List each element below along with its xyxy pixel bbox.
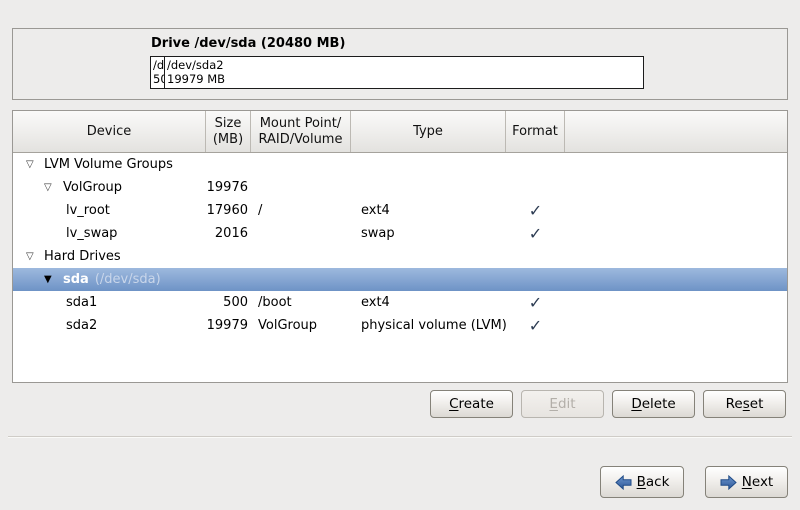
size-value [206, 245, 251, 268]
mount-value [251, 222, 351, 245]
table-row-hard-drives[interactable]: ▽ Hard Drives [13, 245, 787, 268]
next-arrow-icon [720, 475, 737, 490]
mount-value: / [251, 199, 351, 222]
device-label: sda2 [66, 314, 97, 337]
mount-value: VolGroup [251, 314, 351, 337]
back-arrow-icon [615, 475, 632, 490]
partition-segment-sda1[interactable]: /dev/sda1 500 MB [151, 57, 165, 88]
create-button[interactable]: Create [430, 390, 513, 418]
type-value [351, 268, 506, 291]
device-path-suffix: (/dev/sda) [95, 268, 161, 291]
table-row-lvm-volume-groups[interactable]: ▽ LVM Volume Groups [13, 153, 787, 176]
device-label: sda1 [66, 291, 97, 314]
column-header-empty [565, 111, 787, 152]
partition-segment-size: 500 MB [153, 72, 164, 86]
table-row-lv-swap[interactable]: lv_swap 2016 swap ✓ [13, 222, 787, 245]
next-button[interactable]: Next [705, 466, 788, 498]
column-header-size[interactable]: Size (MB) [206, 111, 251, 152]
column-header-format[interactable]: Format [506, 111, 565, 152]
size-value [206, 268, 251, 291]
table-row-volgroup[interactable]: ▽ VolGroup 19976 [13, 176, 787, 199]
table-row-sda2[interactable]: sda2 19979 VolGroup physical volume (LVM… [13, 314, 787, 337]
partition-segment-sda2[interactable]: /dev/sda2 19979 MB [165, 57, 643, 88]
format-checkmark [506, 268, 565, 291]
partition-segment-size: 19979 MB [167, 72, 643, 86]
table-row-sda1[interactable]: sda1 500 /boot ext4 ✓ [13, 291, 787, 314]
table-header: Device Size (MB) Mount Point/ RAID/Volum… [13, 111, 787, 153]
type-value [351, 245, 506, 268]
device-label: sda [63, 268, 89, 291]
column-header-type[interactable]: Type [351, 111, 506, 152]
delete-button[interactable]: Delete [612, 390, 695, 418]
column-header-device[interactable]: Device [13, 111, 206, 152]
horizontal-separator [8, 436, 792, 438]
expander-icon[interactable]: ▼ [44, 268, 63, 291]
type-value [351, 153, 506, 176]
device-label: lv_root [66, 199, 110, 222]
table-row-lv-root[interactable]: lv_root 17960 / ext4 ✓ [13, 199, 787, 222]
type-value: ext4 [351, 291, 506, 314]
size-value: 500 [206, 291, 251, 314]
size-value: 19976 [206, 176, 251, 199]
type-value: swap [351, 222, 506, 245]
drive-title: Drive /dev/sda (20480 MB) [151, 36, 345, 51]
format-checkmark: ✓ [506, 314, 565, 337]
expander-icon[interactable]: ▽ [26, 153, 44, 176]
expander-icon[interactable]: ▽ [44, 176, 63, 199]
size-value: 2016 [206, 222, 251, 245]
format-checkmark [506, 153, 565, 176]
type-value: ext4 [351, 199, 506, 222]
column-header-mount-point[interactable]: Mount Point/ RAID/Volume [251, 111, 351, 152]
edit-button[interactable]: Edit [521, 390, 604, 418]
format-checkmark: ✓ [506, 291, 565, 314]
mount-value: /boot [251, 291, 351, 314]
device-label: VolGroup [63, 176, 122, 199]
partition-segment-device: /dev/sda1 [153, 58, 164, 72]
expander-icon[interactable]: ▽ [26, 245, 44, 268]
type-value: physical volume (LVM) [351, 314, 506, 337]
device-label: Hard Drives [44, 245, 121, 268]
size-value: 19979 [206, 314, 251, 337]
device-label: lv_swap [66, 222, 117, 245]
back-button[interactable]: Back [600, 466, 684, 498]
mount-value [251, 176, 351, 199]
mount-value [251, 153, 351, 176]
reset-button[interactable]: Reset [703, 390, 786, 418]
partition-table: Device Size (MB) Mount Point/ RAID/Volum… [12, 110, 788, 383]
size-value: 17960 [206, 199, 251, 222]
type-value [351, 176, 506, 199]
format-checkmark [506, 176, 565, 199]
partition-segment-device: /dev/sda2 [167, 58, 643, 72]
format-checkmark: ✓ [506, 222, 565, 245]
device-label: LVM Volume Groups [44, 153, 173, 176]
partition-bar: /dev/sda1 500 MB /dev/sda2 19979 MB [150, 56, 644, 89]
format-checkmark: ✓ [506, 199, 565, 222]
size-value [206, 153, 251, 176]
format-checkmark [506, 245, 565, 268]
table-row-sda-selected[interactable]: ▼ sda (/dev/sda) [13, 268, 787, 291]
drive-summary-panel: Drive /dev/sda (20480 MB) /dev/sda1 500 … [12, 28, 788, 100]
mount-value [251, 245, 351, 268]
mount-value [251, 268, 351, 291]
installer-window: { "colors": { "background": "#edeceb", "… [0, 0, 800, 510]
